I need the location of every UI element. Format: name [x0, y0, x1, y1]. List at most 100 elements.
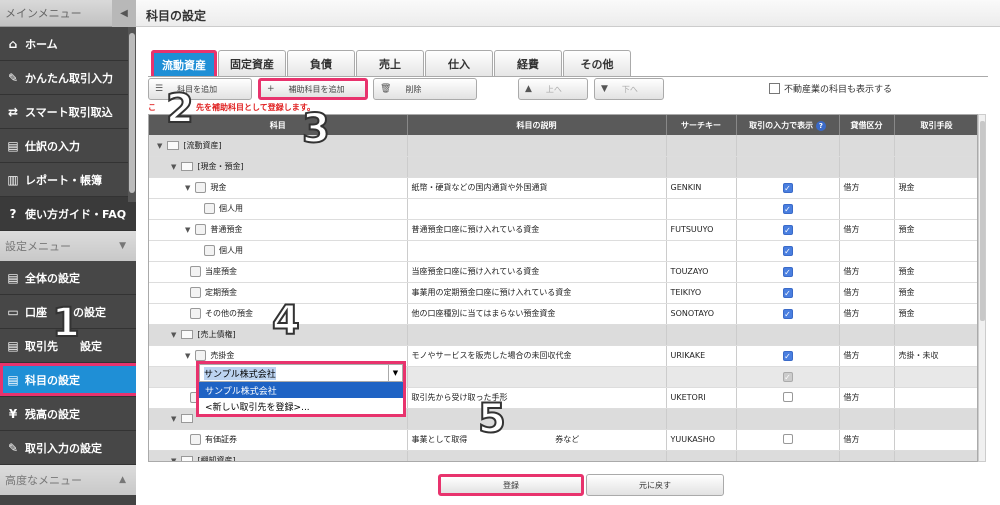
cell-description[interactable]: モノやサービスを販売した場合の未回収代金 [407, 345, 667, 367]
cell-description[interactable] [407, 366, 667, 388]
table-row[interactable]: ▼ [現金・預金] [149, 156, 977, 178]
tab-purchases[interactable]: 仕入 [425, 50, 493, 76]
cell-debit-credit[interactable] [839, 450, 895, 461]
cell-search-key[interactable]: SONOTAYO [666, 303, 737, 325]
cell-method[interactable]: 預金 [894, 261, 977, 283]
delete-button[interactable]: 🗑 削除 [373, 78, 477, 100]
cell-show[interactable] [736, 429, 840, 451]
cell-search-key[interactable]: TEIKIYO [666, 282, 737, 304]
cell-account[interactable]: ▼ [現金・預金] [149, 156, 408, 178]
cell-show[interactable]: ✓ [736, 219, 840, 241]
cell-account[interactable]: 当座預金 [149, 261, 408, 283]
cell-debit-credit[interactable]: 借方 [839, 429, 895, 451]
col-debit-credit[interactable]: 貸借区分 [839, 115, 895, 135]
move-down-button[interactable]: ▼ 下へ [594, 78, 664, 100]
tree-toggle-icon[interactable]: ▼ [185, 226, 190, 234]
add-sub-account-button[interactable]: + 補助科目を追加 [258, 78, 368, 100]
cell-debit-credit[interactable]: 借方 [839, 261, 895, 283]
dropdown-option-new-client[interactable]: <新しい取引先を登録>... [199, 398, 403, 414]
cell-account[interactable]: 個人用 [149, 240, 408, 262]
col-show-in-input[interactable]: 取引の入力で表示 ? [736, 115, 840, 135]
cell-description[interactable]: 他の口座種別に当てはまらない預金資金 [407, 303, 667, 325]
cell-search-key[interactable]: FUTSUUYO [666, 219, 737, 241]
cell-search-key[interactable] [666, 408, 737, 430]
real-estate-checkbox[interactable] [769, 83, 780, 94]
cell-method[interactable] [894, 450, 977, 461]
cell-debit-credit[interactable] [839, 156, 895, 178]
tree-toggle-icon[interactable]: ▼ [171, 457, 176, 461]
cell-show[interactable]: ✓ [736, 366, 840, 388]
tab-current-assets[interactable]: 流動資産 [151, 50, 217, 76]
cell-debit-credit[interactable]: 借方 [839, 387, 895, 409]
add-account-button[interactable]: ☰ 科目を追加 [148, 78, 252, 100]
cell-method[interactable]: 預金 [894, 303, 977, 325]
cell-method[interactable] [894, 408, 977, 430]
client-select[interactable]: サンプル株式会社 ▼ [199, 364, 403, 382]
tree-toggle-icon[interactable]: ▼ [171, 415, 176, 423]
col-search-key[interactable]: サーチキー [666, 115, 737, 135]
cell-description[interactable]: 事業として取得 券など [407, 429, 667, 451]
show-checkbox[interactable]: ✓ [782, 203, 793, 214]
sidebar-item-journal[interactable]: ▤ 仕訳の入力 [0, 129, 136, 163]
cell-description[interactable]: 取引先から受け取った手形 [407, 387, 667, 409]
cell-method[interactable]: 売掛・未収 [894, 345, 977, 367]
client-dropdown[interactable]: サンプル株式会社 ▼ サンプル株式会社 <新しい取引先を登録>... [196, 361, 406, 417]
cell-method[interactable]: 預金 [894, 282, 977, 304]
cell-show[interactable] [736, 387, 840, 409]
cell-method[interactable] [894, 240, 977, 262]
revert-button[interactable]: 元に戻す [586, 474, 724, 496]
cell-method[interactable] [894, 387, 977, 409]
tab-liabilities[interactable]: 負債 [287, 50, 355, 76]
settings-menu-header[interactable]: 設定メニュー ▼ [0, 231, 136, 261]
table-row[interactable]: 有価証券 事業として取得 券など YUUKASHO 借方 [149, 429, 977, 451]
cell-debit-credit[interactable]: 借方 [839, 303, 895, 325]
cell-method[interactable] [894, 324, 977, 346]
cell-method[interactable] [894, 366, 977, 388]
cell-search-key[interactable] [666, 135, 737, 157]
tree-toggle-icon[interactable]: ▼ [157, 142, 162, 150]
show-checkbox[interactable] [782, 391, 793, 402]
cell-search-key[interactable] [666, 240, 737, 262]
tree-toggle-icon[interactable]: ▼ [171, 331, 176, 339]
tree-toggle-icon[interactable]: ▼ [171, 163, 176, 171]
sidebar-item-reports[interactable]: ▥ レポート・帳簿 [0, 163, 136, 197]
tab-fixed-assets[interactable]: 固定資産 [218, 50, 286, 76]
cell-search-key[interactable] [666, 156, 737, 178]
show-checkbox[interactable]: ✓ [782, 182, 793, 193]
cell-account[interactable]: 個人用 [149, 198, 408, 220]
sidebar-item-smart-import[interactable]: ⇄ スマート取引取込 [0, 95, 136, 129]
show-checkbox[interactable]: ✓ [782, 245, 793, 256]
cell-account[interactable]: ▼ 現金 [149, 177, 408, 199]
show-checkbox[interactable]: ✓ [782, 350, 793, 361]
cell-method[interactable]: 預金 [894, 219, 977, 241]
cell-show[interactable]: ✓ [736, 198, 840, 220]
show-checkbox[interactable]: ✓ [782, 308, 793, 319]
table-row[interactable]: 個人用 ✓ [149, 240, 977, 262]
cell-debit-credit[interactable] [839, 366, 895, 388]
cell-debit-credit[interactable]: 借方 [839, 177, 895, 199]
cell-show[interactable]: ✓ [736, 303, 840, 325]
cell-description[interactable] [407, 135, 667, 157]
show-checkbox[interactable]: ✓ [782, 371, 793, 382]
cell-search-key[interactable]: UKETORI [666, 387, 737, 409]
sidebar-item-easy-input[interactable]: ✎ かんたん取引入力 [0, 61, 136, 95]
cell-description[interactable] [407, 198, 667, 220]
cell-show[interactable]: ✓ [736, 345, 840, 367]
cell-debit-credit[interactable]: 借方 [839, 282, 895, 304]
real-estate-toggle[interactable]: 不動産業の科目も表示する [769, 82, 892, 95]
cell-search-key[interactable] [666, 198, 737, 220]
dropdown-option-sample[interactable]: サンプル株式会社 [199, 382, 403, 398]
cell-method[interactable] [894, 429, 977, 451]
help-icon[interactable]: ? [815, 120, 826, 131]
table-row[interactable]: ▼ 現金 紙幣・硬貨などの国内通貨や外国通貨 GENKIN ✓ 借方 現金 [149, 177, 977, 199]
cell-show[interactable] [736, 324, 840, 346]
cell-debit-credit[interactable] [839, 240, 895, 262]
cell-debit-credit[interactable] [839, 408, 895, 430]
register-button[interactable]: 登録 [438, 474, 584, 496]
cell-debit-credit[interactable] [839, 198, 895, 220]
col-method[interactable]: 取引手段 [894, 115, 977, 135]
cell-show[interactable]: ✓ [736, 177, 840, 199]
cell-account[interactable]: ▼ [流動資産] [149, 135, 408, 157]
cell-debit-credit[interactable]: 借方 [839, 219, 895, 241]
cell-search-key[interactable]: URIKAKE [666, 345, 737, 367]
